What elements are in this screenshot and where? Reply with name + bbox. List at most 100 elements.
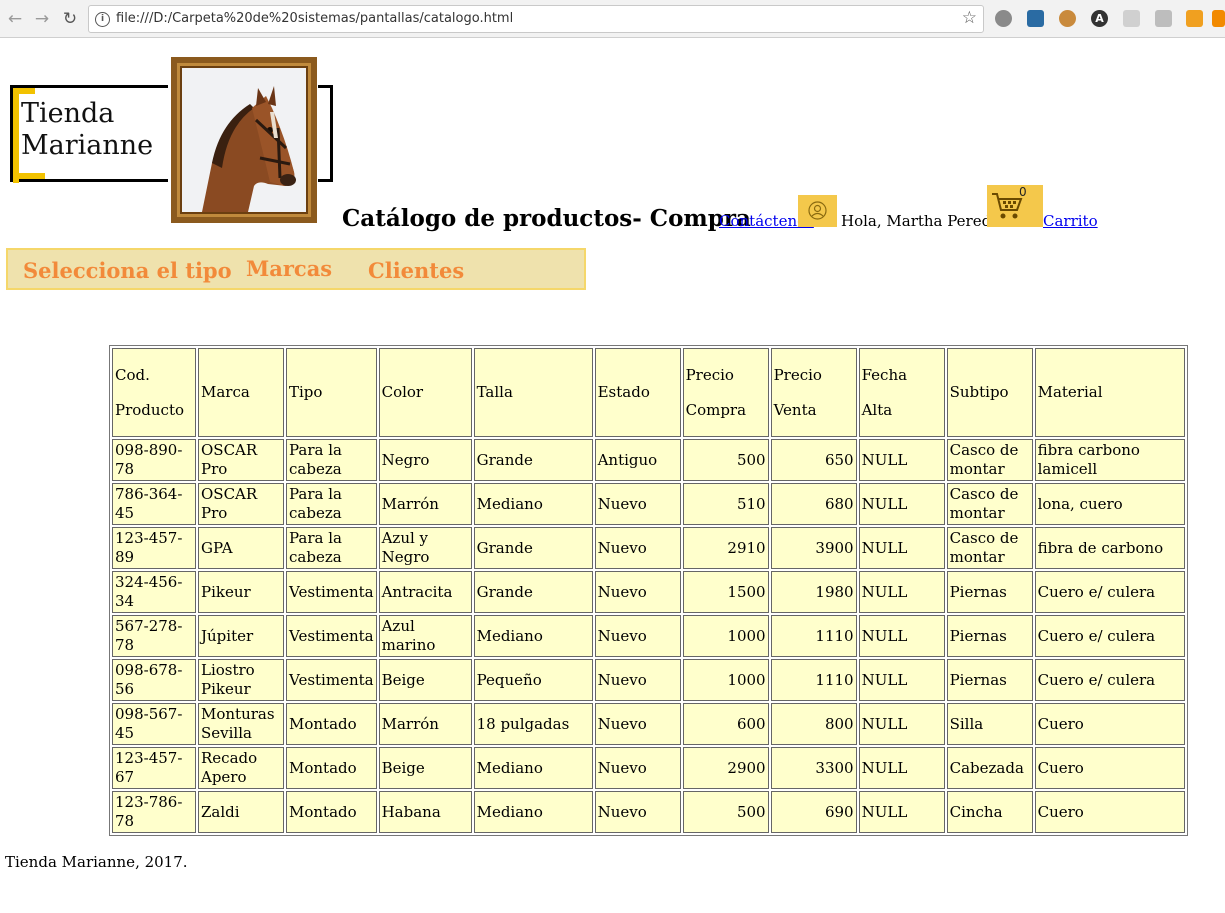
cell-marca: GPA — [198, 527, 284, 569]
cell-precio-venta: 3900 — [770, 527, 857, 569]
cell-codigo: 567-278-78 — [112, 615, 196, 657]
cell-subtipo: Cincha — [946, 791, 1033, 833]
cell-precio-compra: 500 — [682, 791, 769, 833]
menu-item-tipo[interactable]: Selecciona el tipo — [23, 258, 232, 283]
cell-fecha-alta: NULL — [858, 439, 945, 481]
menu-item-clientes[interactable]: Clientes — [368, 258, 464, 283]
cart-link[interactable]: Carrito — [1043, 212, 1098, 230]
column-header: Talla — [473, 348, 593, 437]
cell-talla: Mediano — [473, 615, 593, 657]
table-header-row: Cod. Producto Marca Tipo Color Talla Esta… — [112, 348, 1185, 437]
back-arrow-icon[interactable]: ← — [5, 9, 25, 29]
cell-subtipo: Piernas — [946, 659, 1033, 701]
user-glyph — [808, 201, 827, 220]
column-header: Cod. Producto — [112, 348, 196, 437]
cell-color: Habana — [378, 791, 472, 833]
cell-marca: Júpiter — [198, 615, 284, 657]
cell-talla: Mediano — [473, 791, 593, 833]
extension-icon[interactable] — [1155, 10, 1172, 27]
header-line: Producto — [115, 400, 185, 419]
cell-material: Cuero — [1034, 747, 1185, 789]
logo-line-1: Tienda — [21, 98, 115, 129]
reload-icon[interactable]: ↻ — [60, 9, 80, 29]
cell-precio-compra: 510 — [682, 483, 769, 525]
cell-precio-venta: 800 — [770, 703, 857, 745]
cell-marca: Pikeur — [198, 571, 284, 613]
cell-codigo: 098-678-56 — [112, 659, 196, 701]
cell-codigo: 123-786-78 — [112, 791, 196, 833]
cell-codigo: 786-364-45 — [112, 483, 196, 525]
table-row: 786-364-45 OSCAR Pro Para la cabeza Marrón M… — [112, 483, 1185, 525]
header-line: Venta — [773, 400, 817, 419]
column-header: Material — [1034, 348, 1185, 437]
header-line: Cod. — [115, 365, 150, 384]
horse-image — [182, 68, 306, 212]
cell-color: Beige — [378, 747, 472, 789]
extension-icon[interactable] — [1123, 10, 1140, 27]
header-line: Alta — [861, 400, 893, 419]
cell-estado: Nuevo — [594, 615, 681, 657]
cell-talla: Grande — [473, 439, 593, 481]
bookmark-star-icon[interactable]: ☆ — [962, 8, 977, 28]
forward-arrow-icon[interactable]: → — [32, 9, 52, 29]
cell-estado: Nuevo — [594, 791, 681, 833]
extension-icon[interactable] — [1027, 10, 1044, 27]
header-line: Compra — [685, 400, 747, 419]
cell-tipo: Vestimenta — [286, 571, 377, 613]
cell-precio-venta: 650 — [770, 439, 857, 481]
cell-color: Antracita — [378, 571, 472, 613]
cell-marca: OSCAR Pro — [198, 483, 284, 525]
cell-color: Beige — [378, 659, 472, 701]
cell-precio-compra: 2910 — [682, 527, 769, 569]
header-line: Tipo — [289, 383, 323, 401]
cell-talla: Grande — [473, 571, 593, 613]
cell-tipo: Montado — [286, 703, 377, 745]
cell-precio-venta: 690 — [770, 791, 857, 833]
cell-material: Cuero — [1034, 791, 1185, 833]
cell-material: fibra carbono lamicell — [1034, 439, 1185, 481]
cell-tipo: Vestimenta — [286, 615, 377, 657]
cell-talla: Mediano — [473, 747, 593, 789]
cell-precio-venta: 1980 — [770, 571, 857, 613]
info-icon[interactable]: i — [95, 12, 110, 27]
header-line: Fecha — [861, 365, 908, 384]
logo-frame-right — [318, 85, 333, 182]
url-text[interactable]: file:///D:/Carpeta%20de%20sistemas/panta… — [116, 11, 513, 26]
cell-subtipo: Silla — [946, 703, 1033, 745]
extension-icon[interactable] — [995, 10, 1012, 27]
cell-talla: 18 pulgadas — [473, 703, 593, 745]
key-extension-icon[interactable] — [1186, 10, 1203, 27]
cell-precio-compra: 600 — [682, 703, 769, 745]
shopping-cart-icon[interactable]: 0 — [987, 185, 1043, 227]
table-row: 324-456-34 Pikeur Vestimenta Antracita Grand… — [112, 571, 1185, 613]
table-row: 123-786-78 Zaldi Montado Habana Mediano Nuevo… — [112, 791, 1185, 833]
store-logo: Tienda Marianne — [10, 85, 168, 183]
address-bar[interactable]: i file:///D:/Carpeta%20de%20sistemas/pan… — [88, 5, 984, 33]
cell-tipo: Montado — [286, 747, 377, 789]
extension-icon[interactable]: A — [1091, 10, 1108, 27]
header-line: Subtipo — [949, 383, 1009, 401]
cell-material: Cuero e/ culera — [1034, 571, 1185, 613]
cell-tipo: Montado — [286, 791, 377, 833]
cart-count-badge: 0 — [1019, 185, 1027, 199]
cell-color: Azul marino — [378, 615, 472, 657]
logo-bracket-bottom — [13, 173, 45, 179]
cell-codigo: 123-457-89 — [112, 527, 196, 569]
cell-marca: Zaldi — [198, 791, 284, 833]
cell-marca: Monturas Sevilla — [198, 703, 284, 745]
column-header: Fecha Alta — [858, 348, 945, 437]
cell-precio-venta: 1110 — [770, 659, 857, 701]
menu-item-marcas[interactable]: Marcas — [246, 256, 332, 281]
cell-fecha-alta: NULL — [858, 615, 945, 657]
cell-material: Cuero e/ culera — [1034, 659, 1185, 701]
cookie-extension-icon[interactable] — [1059, 10, 1076, 27]
table-row: 123-457-89 GPA Para la cabeza Azul y Negro G… — [112, 527, 1185, 569]
cell-codigo: 098-890-78 — [112, 439, 196, 481]
cell-subtipo: Cabezada — [946, 747, 1033, 789]
extension-icon[interactable] — [1212, 10, 1225, 27]
cell-talla: Mediano — [473, 483, 593, 525]
cell-codigo: 098-567-45 — [112, 703, 196, 745]
horse-photo — [171, 57, 317, 223]
user-icon[interactable] — [798, 195, 837, 227]
table-row: 098-890-78 OSCAR Pro Para la cabeza Negro Gr… — [112, 439, 1185, 481]
